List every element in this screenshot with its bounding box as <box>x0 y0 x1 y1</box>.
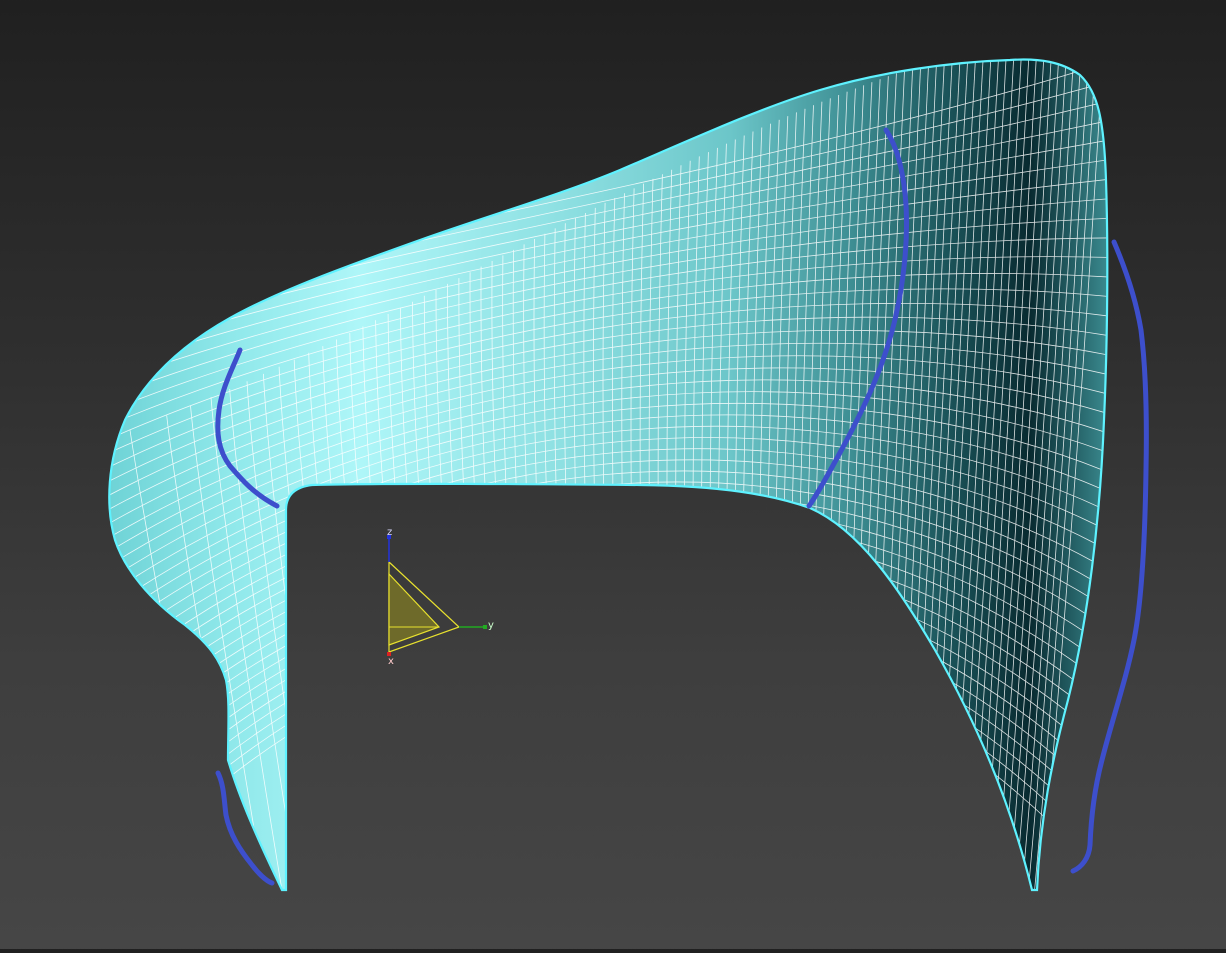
camera-gizmo[interactable]: z y x <box>387 527 494 667</box>
axis-x-label: x <box>388 656 394 667</box>
axis-z-label: z <box>387 527 392 538</box>
axis-y-label: y <box>488 620 494 631</box>
mesh-surface[interactable] <box>100 20 1115 900</box>
viewport-canvas[interactable]: z y x <box>0 0 1226 949</box>
axis-y-handle[interactable] <box>483 625 487 629</box>
3d-viewport[interactable]: z y x <box>0 0 1226 949</box>
